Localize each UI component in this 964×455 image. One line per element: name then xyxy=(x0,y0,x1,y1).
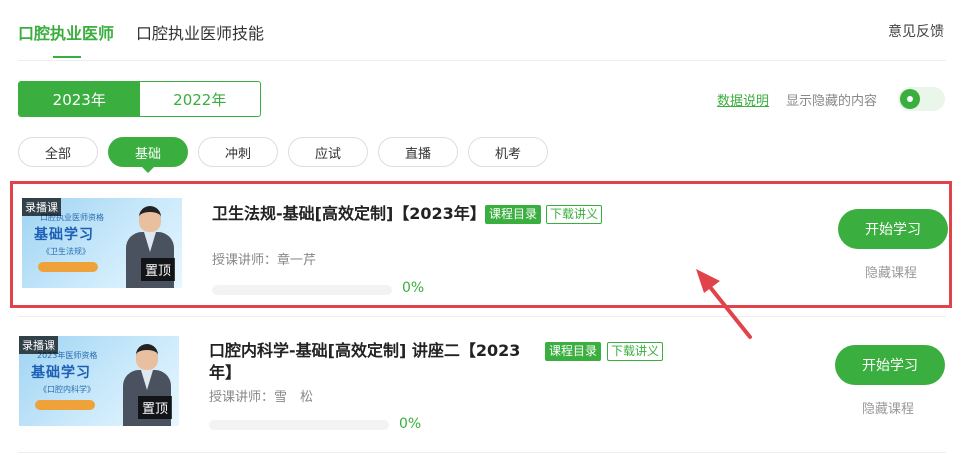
lecturer-name: 雪 松 xyxy=(274,390,314,405)
filter-sprint[interactable]: 冲刺 xyxy=(198,137,278,167)
lecturer-name: 章一芹 xyxy=(277,253,317,268)
filter-basic[interactable]: 基础 xyxy=(108,137,188,173)
download-notes-button[interactable]: 下载讲义 xyxy=(546,205,603,224)
progress-percent: 0% xyxy=(399,416,422,432)
filter-live[interactable]: 直播 xyxy=(378,137,458,167)
thumbnail-subject: 《卫生法规》 xyxy=(42,247,90,256)
course-catalog-button[interactable]: 课程目录 xyxy=(485,205,542,224)
year-switch: 2023年 2022年 xyxy=(18,81,261,117)
lecturer-info: 授课讲师：雪 松 xyxy=(209,386,313,405)
course-thumbnail[interactable]: 口腔执业医师资格 基础学习 《卫生法规》 录播课 置顶 xyxy=(22,198,182,288)
pin-button[interactable]: 置顶 xyxy=(137,396,172,419)
pin-button[interactable]: 置顶 xyxy=(140,258,175,281)
recorded-course-tag: 录播课 xyxy=(19,336,58,354)
lecturer-info: 授课讲师：章一芹 xyxy=(212,249,316,268)
toggle-knob xyxy=(900,89,920,109)
recorded-course-tag: 录播课 xyxy=(22,198,61,216)
lecturer-label: 授课讲师： xyxy=(209,390,275,405)
thumbnail-subject: 《口腔内科学》 xyxy=(39,385,95,394)
course-divider xyxy=(18,316,946,317)
tab-oral-physician[interactable]: 口腔执业医师 xyxy=(18,20,114,58)
filter-all[interactable]: 全部 xyxy=(18,137,98,167)
start-learning-button[interactable]: 开始学习 xyxy=(838,209,948,249)
progress-bar xyxy=(209,420,389,430)
show-hidden-toggle[interactable] xyxy=(898,87,945,111)
tab-oral-physician-skills[interactable]: 口腔执业医师技能 xyxy=(136,20,264,58)
course-thumbnail[interactable]: 2023年医师资格 基础学习 《口腔内科学》 录播课 置顶 xyxy=(19,336,179,426)
top-tabs: 口腔执业医师 口腔执业医师技能 xyxy=(18,20,264,58)
feedback-link[interactable]: 意见反馈 xyxy=(888,21,944,41)
year-2023-button[interactable]: 2023年 xyxy=(19,82,140,116)
thumbnail-title: 基础学习 xyxy=(34,227,94,243)
show-hidden-label: 显示隐藏的内容 xyxy=(786,94,878,109)
hide-course-link[interactable]: 隐藏课程 xyxy=(865,262,917,281)
download-notes-button[interactable]: 下载讲义 xyxy=(607,342,664,361)
progress-bar xyxy=(212,285,392,295)
course-divider xyxy=(18,452,946,453)
course-title[interactable]: 卫生法规-基础[高效定制]【2023年】 xyxy=(212,203,486,225)
thumbnail-title: 基础学习 xyxy=(31,365,91,381)
lecturer-label: 授课讲师： xyxy=(212,253,278,268)
thumbnail-ribbon xyxy=(38,262,98,272)
thumbnail-ribbon xyxy=(35,400,95,410)
filter-computer-test[interactable]: 机考 xyxy=(468,137,548,167)
data-note-link[interactable]: 数据说明 xyxy=(717,90,769,109)
start-learning-button[interactable]: 开始学习 xyxy=(835,345,945,385)
header-divider xyxy=(18,60,946,61)
course-card: 2023年医师资格 基础学习 《口腔内科学》 录播课 置顶 口腔内科学-基础[高… xyxy=(10,325,952,452)
course-title[interactable]: 口腔内科学-基础[高效定制] 讲座二【2023年】 xyxy=(209,340,529,384)
year-2022-button[interactable]: 2022年 xyxy=(140,82,261,116)
course-card: 口腔执业医师资格 基础学习 《卫生法规》 录播课 置顶 卫生法规-基础[高效定制… xyxy=(10,181,952,308)
filter-bar: 全部 基础 冲刺 应试 直播 机考 xyxy=(18,137,548,173)
filter-exam[interactable]: 应试 xyxy=(288,137,368,167)
course-catalog-button[interactable]: 课程目录 xyxy=(545,342,602,361)
annotation-arrow-icon xyxy=(696,269,752,339)
progress-percent: 0% xyxy=(402,280,425,296)
hide-course-link[interactable]: 隐藏课程 xyxy=(862,398,914,417)
